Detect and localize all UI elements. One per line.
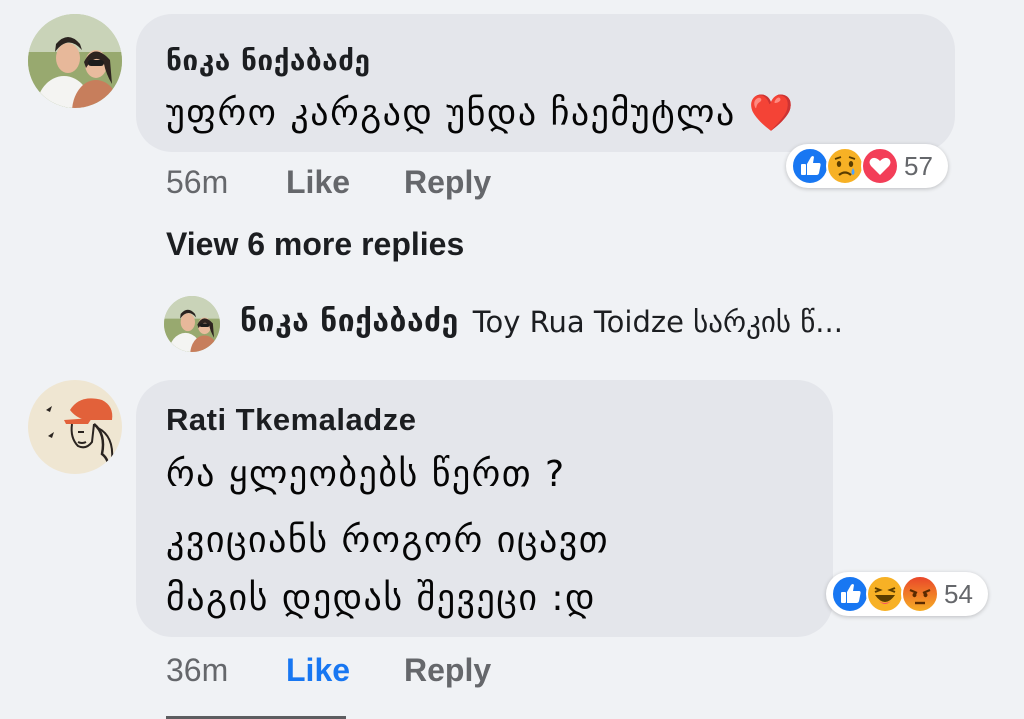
- reply-preview[interactable]: ნიკა ნიქაბაძე Toy Rua Toidze სარკის წ...: [240, 304, 843, 339]
- reaction-summary[interactable]: 54: [826, 572, 988, 616]
- comment-text-line: რა ყლეობებს წერთ ?: [166, 454, 566, 495]
- angry-icon: [901, 575, 939, 613]
- reply-button[interactable]: Reply: [404, 652, 491, 689]
- comment-author[interactable]: ნიკა ნიქაბაძე: [166, 44, 371, 77]
- comment-text: უფრო კარგად უნდა ჩაემუტლა ❤️: [166, 93, 796, 134]
- reply-avatar[interactable]: [164, 296, 220, 352]
- like-button[interactable]: Like: [286, 652, 350, 689]
- next-comment-peek: [166, 712, 466, 719]
- heart-emoji-icon: ❤️: [748, 93, 796, 134]
- reply-text: Toy Rua Toidze სარკის წ...: [472, 304, 843, 339]
- reaction-count: 57: [904, 150, 933, 181]
- haha-icon: [866, 575, 904, 613]
- reaction-count: 54: [944, 578, 973, 609]
- like-button[interactable]: Like: [286, 164, 350, 201]
- love-icon: [861, 147, 899, 185]
- comment-text-line: კვიციანს როგორ იცავთ: [166, 520, 610, 561]
- sad-icon: [826, 147, 864, 185]
- reaction-summary[interactable]: 57: [786, 144, 948, 188]
- like-icon: [831, 575, 869, 613]
- reply-author[interactable]: ნიკა ნიქაბაძე: [240, 304, 459, 339]
- avatar[interactable]: [28, 380, 122, 474]
- avatar[interactable]: [28, 14, 122, 108]
- like-icon: [791, 147, 829, 185]
- view-more-replies-link[interactable]: View 6 more replies: [166, 226, 464, 263]
- comment-author[interactable]: Rati Tkemaladze: [166, 402, 416, 438]
- comment-text-line: მაგის დედას შევეცი :დ: [166, 578, 596, 619]
- comment-timestamp[interactable]: 36m: [166, 652, 228, 689]
- comment-timestamp[interactable]: 56m: [166, 164, 228, 201]
- reply-button[interactable]: Reply: [404, 164, 491, 201]
